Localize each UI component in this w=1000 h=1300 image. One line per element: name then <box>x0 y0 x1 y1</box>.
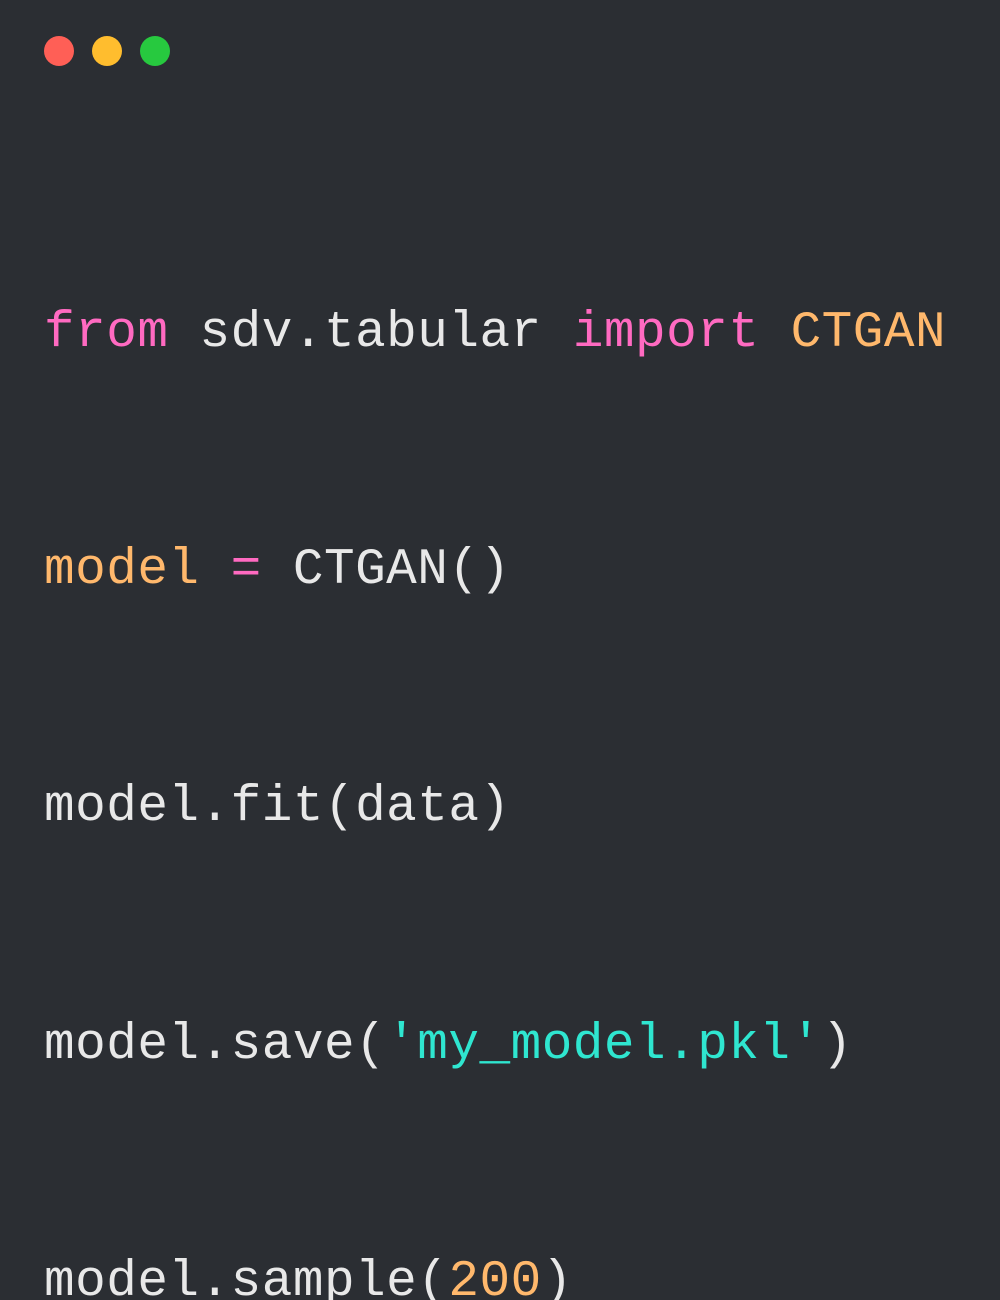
equals: = <box>231 542 262 599</box>
paren-close: ) <box>542 1254 573 1300</box>
close-icon[interactable] <box>44 36 74 66</box>
paren-open: ( <box>324 779 355 836</box>
dot: . <box>200 779 231 836</box>
keyword-import: import <box>573 305 760 362</box>
dot: . <box>200 1017 231 1074</box>
ident-model-fit: model <box>44 779 200 836</box>
module-sdv: sdv <box>200 305 293 362</box>
number-200: 200 <box>448 1254 541 1300</box>
minimize-icon[interactable] <box>92 36 122 66</box>
ident-model-sample: model <box>44 1254 200 1300</box>
paren-open: ( <box>355 1017 386 1074</box>
code-line-3: model.fit(data) <box>44 768 956 847</box>
code-line-1: from sdv.tabular import CTGAN <box>44 294 956 373</box>
code-line-2: model = CTGAN() <box>44 531 956 610</box>
ident-model: model <box>44 542 200 599</box>
paren-close: ) <box>480 779 511 836</box>
dot: . <box>200 1254 231 1300</box>
titlebar <box>0 0 1000 66</box>
method-save: save <box>231 1017 355 1074</box>
module-tabular: tabular <box>324 305 542 362</box>
code-line-4: model.save('my_model.pkl') <box>44 1006 956 1085</box>
arg-data: data <box>355 779 479 836</box>
dot: . <box>293 305 324 362</box>
paren-open: ( <box>448 542 479 599</box>
call-ctgan: CTGAN <box>293 542 449 599</box>
class-ctgan: CTGAN <box>791 305 947 362</box>
ident-model-save: model <box>44 1017 200 1074</box>
method-sample: sample <box>231 1254 418 1300</box>
paren-open: ( <box>417 1254 448 1300</box>
keyword-from: from <box>44 305 168 362</box>
code-block: from sdv.tabular import CTGAN model = CT… <box>0 66 1000 1300</box>
maximize-icon[interactable] <box>140 36 170 66</box>
code-line-5: model.sample(200) <box>44 1243 956 1300</box>
paren-close: ) <box>822 1017 853 1074</box>
code-window: from sdv.tabular import CTGAN model = CT… <box>0 0 1000 650</box>
string-model-pkl: 'my_model.pkl' <box>386 1017 821 1074</box>
paren-close: ) <box>480 542 511 599</box>
method-fit: fit <box>231 779 324 836</box>
